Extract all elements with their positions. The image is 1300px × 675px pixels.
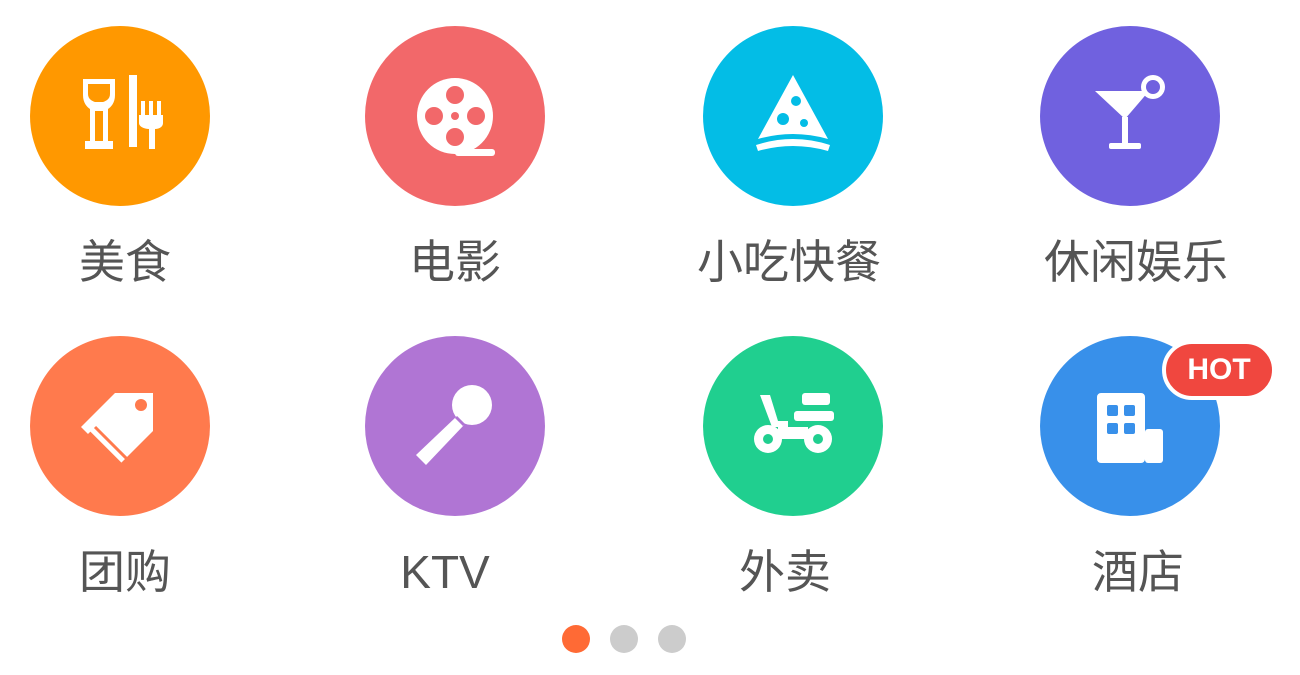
cocktail-icon [1095, 75, 1165, 149]
category-label: 小吃快餐 [697, 235, 881, 289]
category-groupbuy[interactable]: 团购 [0, 310, 300, 600]
page-dot-2[interactable] [610, 625, 638, 653]
category-groupbuy-circle [30, 336, 210, 516]
category-ktv-circle [365, 336, 545, 516]
scooter-icon [754, 393, 834, 453]
food-drink-icon [83, 75, 163, 149]
microphone-icon [416, 385, 492, 465]
category-leisure-circle [1040, 26, 1220, 206]
category-label: 休闲娱乐 [1044, 235, 1228, 289]
category-movie[interactable]: 电影 [335, 0, 635, 290]
category-label: 美食 [79, 235, 171, 289]
category-movie-circle [365, 26, 545, 206]
category-takeout-circle [703, 336, 883, 516]
category-label: 团购 [79, 545, 171, 599]
category-leisure[interactable]: 休闲娱乐 [1005, 0, 1300, 290]
category-food-circle [30, 26, 210, 206]
category-snack-circle [703, 26, 883, 206]
page-dot-1-active[interactable] [562, 625, 590, 653]
category-snack[interactable]: 小吃快餐 [670, 0, 970, 290]
hot-badge: HOT [1162, 340, 1276, 400]
category-label: 酒店 [1092, 545, 1184, 599]
page-indicator [562, 625, 706, 655]
category-label: 电影 [409, 235, 501, 289]
category-label: 外卖 [739, 545, 831, 599]
page-dot-3[interactable] [658, 625, 686, 653]
film-reel-icon [417, 78, 495, 156]
category-grid: 美食 电影 小吃快餐 休闲娱乐 团购 KTV 外卖 酒店 HOT [0, 0, 1300, 620]
price-tag-icon [81, 393, 153, 471]
category-food[interactable]: 美食 [0, 0, 300, 290]
category-takeout[interactable]: 外卖 [670, 310, 970, 600]
pizza-slice-icon [756, 75, 830, 151]
category-ktv[interactable]: KTV [335, 310, 635, 600]
hotel-building-icon [1097, 393, 1163, 463]
category-label: KTV [400, 546, 490, 598]
